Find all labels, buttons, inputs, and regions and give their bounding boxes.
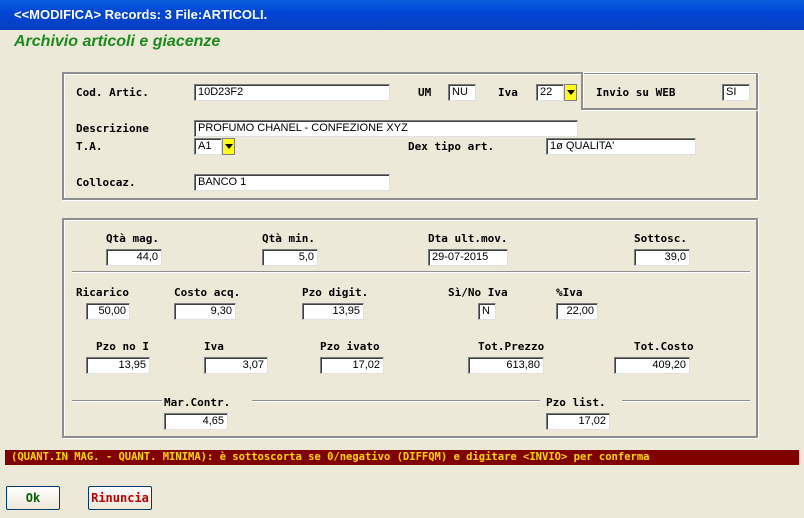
page-title: Archivio articoli e giacenze (14, 33, 221, 50)
rinuncia-button[interactable]: Rinuncia (88, 486, 152, 510)
qta-mag-label: Qtà mag. (106, 232, 159, 245)
perc-iva-field[interactable]: 22,00 (556, 303, 598, 320)
pzo-no-iva-label: Pzo no I (96, 340, 149, 353)
um-field[interactable]: NU (448, 84, 476, 101)
costo-acq-label: Costo acq. (174, 286, 241, 299)
mar-contr-label: Mar.Contr. (164, 396, 231, 409)
perc-iva-label: %Iva (556, 286, 583, 299)
qta-mag-field[interactable]: 44,0 (106, 249, 162, 266)
divider (622, 400, 750, 402)
iva-amount-label: Iva (204, 340, 224, 353)
sottosc-label: Sottosc. (634, 232, 687, 245)
costo-acq-field[interactable]: 9,30 (174, 303, 236, 320)
cod-artic-field[interactable]: 10D23F2 (194, 84, 390, 101)
chevron-down-icon (224, 144, 233, 149)
window-title-bar: <<MODIFICA> Records: 3 File:ARTICOLI. (0, 0, 804, 30)
collocazione-field[interactable]: BANCO 1 (194, 174, 390, 191)
cod-artic-label: Cod. Artic. (76, 86, 149, 99)
si-no-iva-label: Sì/No Iva (448, 286, 508, 299)
divider (252, 400, 540, 402)
qta-min-label: Qtà min. (262, 232, 315, 245)
iva-amount-field[interactable]: 3,07 (204, 357, 268, 374)
status-bar: (QUANT.IN MAG. - QUANT. MINIMA): è sotto… (5, 450, 799, 465)
ricarico-label: Ricarico (76, 286, 129, 299)
dta-ult-mov-label: Dta ult.mov. (428, 232, 508, 245)
pzo-no-iva-field[interactable]: 13,95 (86, 357, 150, 374)
pzo-digit-field[interactable]: 13,95 (302, 303, 364, 320)
iva-field[interactable]: 22 (536, 84, 564, 101)
si-no-iva-field[interactable]: N (478, 303, 496, 320)
um-label: UM (418, 86, 432, 99)
pzo-digit-label: Pzo digit. (302, 286, 369, 299)
pzo-ivato-label: Pzo ivato (320, 340, 380, 353)
ta-dropdown-button[interactable] (222, 138, 235, 155)
mar-contr-field[interactable]: 4,65 (164, 413, 228, 430)
ta-label: T.A. (76, 140, 103, 153)
pzo-ivato-field[interactable]: 17,02 (320, 357, 384, 374)
dex-tipo-art-label: Dex tipo art. (408, 140, 495, 153)
tot-costo-field[interactable]: 409,20 (614, 357, 690, 374)
qta-min-field[interactable]: 5,0 (262, 249, 318, 266)
dex-tipo-art-field[interactable]: 1ø QUALITA' (546, 138, 696, 155)
iva-dropdown-button[interactable] (564, 84, 577, 101)
pzo-list-field[interactable]: 17,02 (546, 413, 610, 430)
sottosc-field[interactable]: 39,0 (634, 249, 690, 266)
tot-costo-label: Tot.Costo (634, 340, 694, 353)
descrizione-field[interactable]: PROFUMO CHANEL - CONFEZIONE XYZ (194, 120, 578, 137)
collocazione-label: Collocaz. (76, 176, 136, 189)
divider (72, 271, 750, 273)
invio-web-field[interactable]: SI (722, 84, 750, 101)
ricarico-field[interactable]: 50,00 (86, 303, 130, 320)
ok-button[interactable]: Ok (6, 486, 60, 510)
chevron-down-icon (566, 90, 575, 95)
invio-web-label: Invio su WEB (596, 86, 676, 99)
ta-field[interactable]: A1 (194, 138, 222, 155)
tot-prezzo-label: Tot.Prezzo (478, 340, 545, 353)
descrizione-label: Descrizione (76, 122, 149, 135)
divider (72, 400, 162, 402)
tot-prezzo-field[interactable]: 613,80 (468, 357, 544, 374)
dta-ult-mov-field[interactable]: 29-07-2015 (428, 249, 508, 266)
iva-label: Iva (498, 86, 518, 99)
pzo-list-label: Pzo list. (546, 396, 606, 409)
